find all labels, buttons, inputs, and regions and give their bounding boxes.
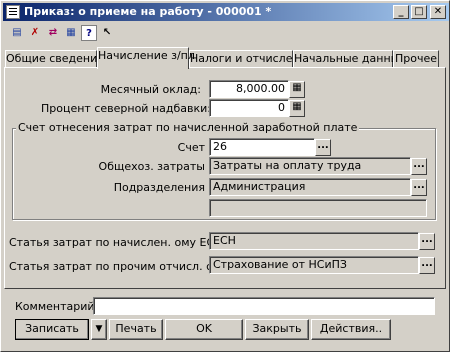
group-title: Счет отнесения затрат по начисленной зар… xyxy=(16,121,360,134)
division-input[interactable]: Администрация xyxy=(209,178,411,196)
costs-input[interactable]: Затраты на оплату труда xyxy=(209,157,411,175)
document-window: Приказ: о приеме на работу - 000001 * _ … xyxy=(0,0,450,352)
north-bonus-input[interactable]: 0 xyxy=(209,99,289,117)
division-label: Подразделения xyxy=(113,181,205,194)
costs-select-button[interactable]: ... xyxy=(411,158,427,175)
title-bar[interactable]: Приказ: о приеме на работу - 000001 * _ … xyxy=(3,3,449,21)
account-select-button[interactable]: ... xyxy=(315,139,331,156)
other-label: Статья затрат по прочим отчисл. с ФОТ xyxy=(9,260,241,273)
salary-input[interactable]: 8,000.00 xyxy=(209,80,289,98)
costs-label: Общехоз. затраты xyxy=(98,160,205,173)
doc-struct-icon[interactable]: ▤ xyxy=(9,25,25,41)
comment-label: Комментарий: xyxy=(15,300,99,313)
ok-button[interactable]: OK xyxy=(165,319,243,340)
other-input[interactable]: Страхование от НСиПЗ xyxy=(209,256,419,274)
tab-initial-data[interactable]: Начальные данные xyxy=(293,50,406,68)
esn-label: Статья затрат по начислен. ому ЕСН xyxy=(9,236,223,249)
tab-taxes[interactable]: Налоги и отчисления xyxy=(189,50,313,68)
account-input[interactable]: 26 xyxy=(209,138,315,156)
esn-select-button[interactable]: ... xyxy=(419,233,435,250)
help-icon[interactable]: ? xyxy=(81,25,97,41)
delete-icon[interactable]: ✗ xyxy=(27,25,43,41)
window-title: Приказ: о приеме на работу - 000001 * xyxy=(24,5,272,18)
actions-button[interactable]: Действия.. xyxy=(311,319,391,340)
division-select-button[interactable]: ... xyxy=(411,179,427,196)
save-dropdown-button[interactable]: ▼ xyxy=(91,319,107,340)
salary-label: Месячный оклад: xyxy=(100,83,201,96)
account-label: Счет xyxy=(177,141,205,154)
close-button[interactable]: Закрыть xyxy=(245,319,309,340)
tab-other[interactable]: Прочее xyxy=(393,50,439,68)
minimize-button[interactable]: _ xyxy=(393,5,409,19)
maximize-button[interactable]: □ xyxy=(411,5,427,19)
close-window-button[interactable]: ✕ xyxy=(430,5,446,19)
other-select-button[interactable]: ... xyxy=(419,257,435,274)
extra-input[interactable] xyxy=(209,199,427,217)
tab-general[interactable]: Общие сведения xyxy=(5,50,104,68)
new-row-icon[interactable]: ▦ xyxy=(63,25,79,41)
calculator-icon[interactable]: ▦ xyxy=(289,81,305,98)
document-icon xyxy=(6,5,20,19)
comment-input[interactable] xyxy=(93,297,435,315)
move-icon[interactable]: ⇄ xyxy=(45,25,61,41)
tab-salary[interactable]: Начисление з/пл xyxy=(97,47,195,69)
help-cursor-icon[interactable]: ↖ xyxy=(99,25,115,41)
esn-input[interactable]: ЕСН xyxy=(209,232,419,250)
calculator-icon[interactable]: ▦ xyxy=(289,100,305,117)
save-button[interactable]: Записать xyxy=(15,319,89,340)
print-button[interactable]: Печать xyxy=(109,319,163,340)
north-bonus-label: Процент северной надбавки: xyxy=(41,102,211,115)
